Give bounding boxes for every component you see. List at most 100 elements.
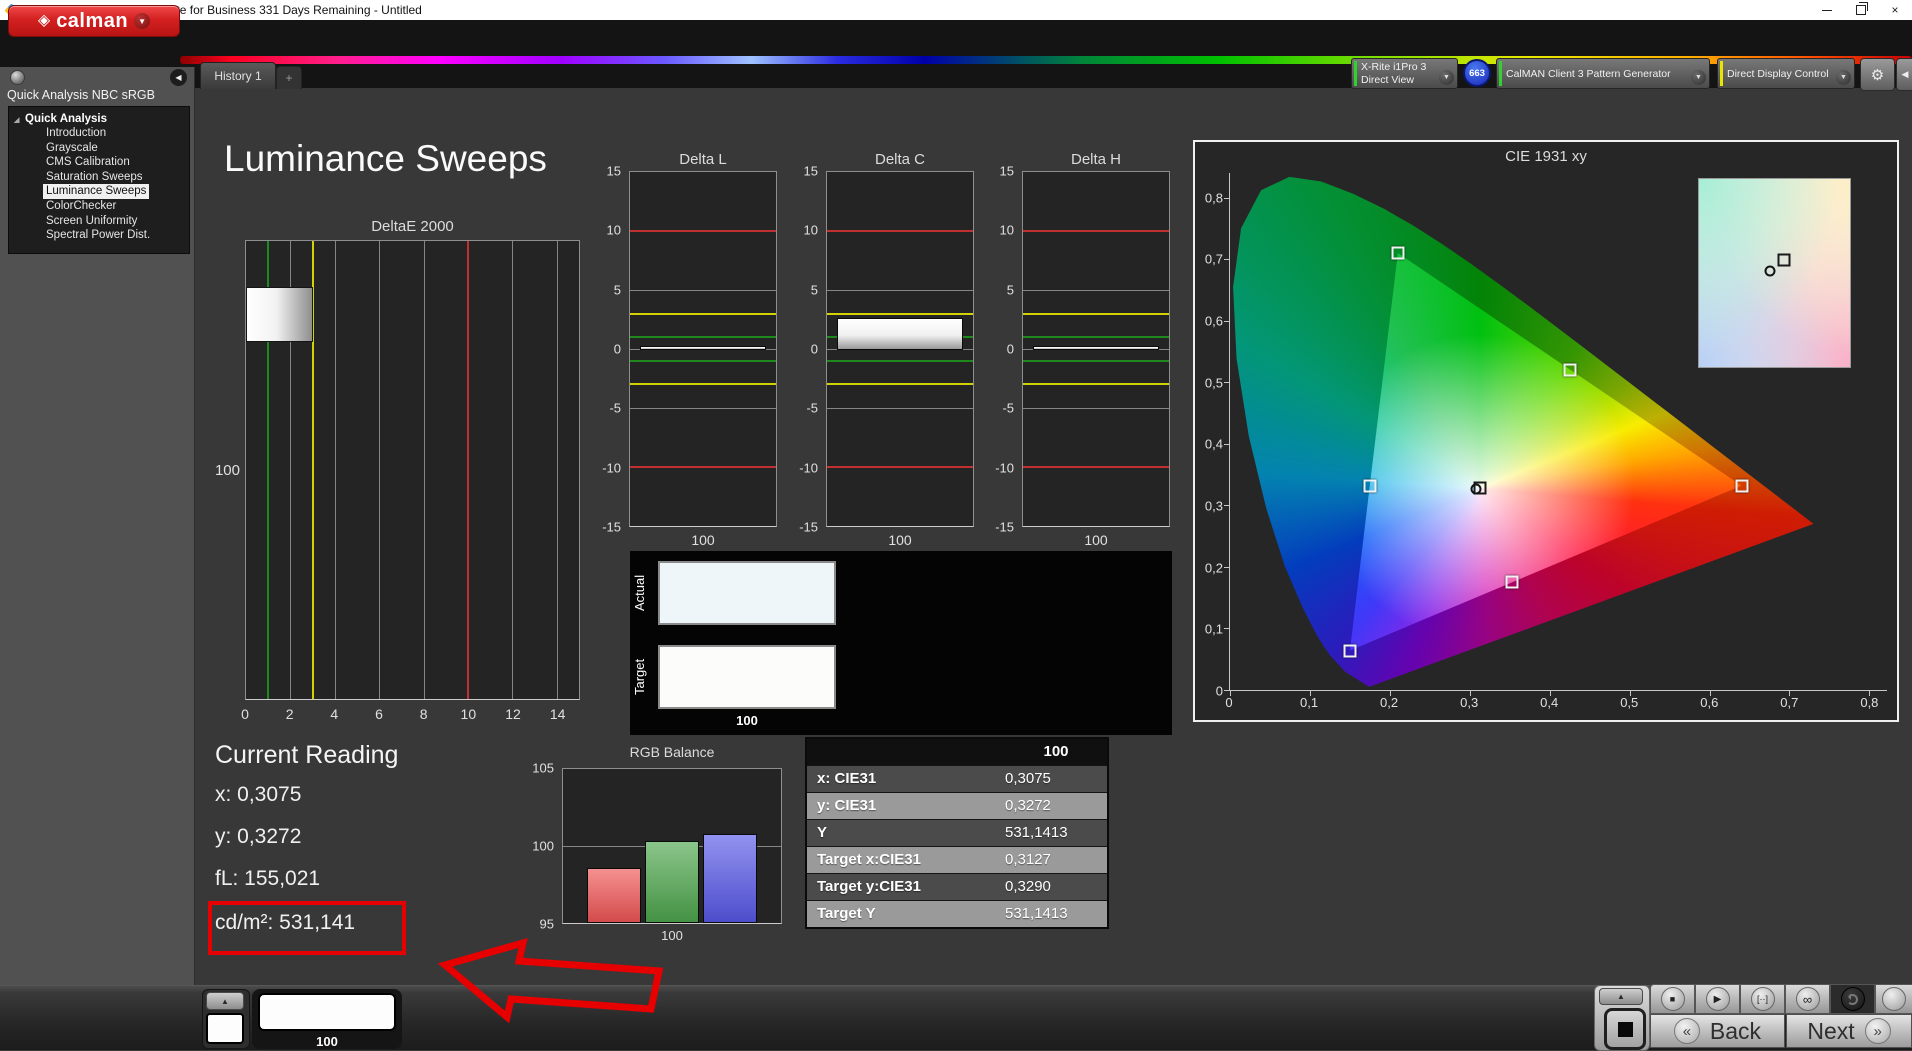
- chevron-left-icon: ◀: [175, 73, 181, 82]
- transport-expand-button[interactable]: ▲: [1599, 988, 1643, 1005]
- reading-y: y: 0,3272: [215, 825, 301, 849]
- back-button-label: Back: [1710, 1018, 1761, 1045]
- sidebar-tree-items: IntroductionGrayscaleCMS CalibrationSatu…: [9, 126, 189, 243]
- next-button[interactable]: Next »: [1786, 1014, 1912, 1048]
- sidebar-item: Grayscale: [9, 141, 189, 156]
- table-row-value: 0,3127: [1005, 847, 1051, 873]
- table-header-level: 100: [1005, 739, 1107, 765]
- bottom-bar: ▲ 100 ▲: [0, 985, 1912, 1050]
- chevron-up-icon: ▲: [221, 997, 229, 1006]
- pattern-panel-expand-button[interactable]: ▲: [206, 992, 244, 1010]
- minimize-button[interactable]: [1810, 0, 1844, 20]
- meter-dropdown[interactable]: X-Rite i1Pro 3 Direct View ▼: [1351, 58, 1458, 89]
- delta_c-plot: [826, 171, 974, 527]
- delta_h-plot: [1022, 171, 1170, 527]
- transport-mini-panel: ▲: [1594, 985, 1650, 1051]
- sidebar-item-label[interactable]: Grayscale: [43, 141, 101, 156]
- pattern-status-stripe: [1499, 61, 1502, 86]
- table-row-label: Target Y: [817, 901, 876, 927]
- delta_l-title: Delta L: [629, 151, 777, 168]
- infinity-icon: ∞: [1803, 992, 1812, 1007]
- settings-button[interactable]: ⚙: [1860, 58, 1895, 91]
- table-row-label: x: CIE31: [817, 766, 876, 792]
- sidebar-item-label[interactable]: Saturation Sweeps: [43, 170, 146, 185]
- rgb-balance-title: RGB Balance: [562, 744, 782, 760]
- calman-diamond-icon: ◈: [38, 13, 50, 29]
- stop-large-button[interactable]: [1604, 1008, 1646, 1050]
- table-row: x: CIE310,3075: [807, 765, 1107, 792]
- actual-label: Actual: [632, 561, 650, 625]
- delta_h-ylabels: 151050-5-10-15: [984, 171, 1018, 527]
- sidebar-item: Saturation Sweeps: [9, 170, 189, 185]
- restore-button[interactable]: [1844, 0, 1878, 20]
- green-bar: [645, 841, 700, 923]
- delta_l-xlabel: 100: [629, 532, 777, 548]
- table-row: y: CIE310,3272: [807, 792, 1107, 819]
- sidebar-item: Introduction: [9, 126, 189, 141]
- restore-icon: [1856, 5, 1866, 15]
- pattern-generator-dropdown[interactable]: CalMAN Client 3 Pattern Generator ▼: [1496, 58, 1710, 89]
- delta_c-xlabel: 100: [826, 532, 974, 548]
- table-row-label: Target y:CIE31: [817, 874, 921, 900]
- sidebar-collapse-button[interactable]: ◀: [170, 69, 187, 86]
- sidebar-item-label[interactable]: Introduction: [43, 126, 109, 141]
- table-row-label: Y: [817, 820, 827, 846]
- stop-icon: ■: [1670, 994, 1675, 1004]
- deltae-chart-title: DeltaE 2000: [245, 218, 580, 235]
- current-reading-heading: Current Reading: [215, 741, 398, 770]
- play-button[interactable]: ▶: [1695, 984, 1740, 1014]
- sidebar-item-label[interactable]: Screen Uniformity: [43, 214, 140, 229]
- table-row-value: 531,1413: [1005, 820, 1068, 846]
- display-status-stripe: [1720, 61, 1723, 86]
- sidebar-item-label[interactable]: CMS Calibration: [43, 155, 133, 170]
- cie-ylabels: 00,10,20,30,40,50,60,70,8: [1197, 173, 1225, 691]
- refresh-button[interactable]: [1830, 984, 1875, 1014]
- meter-name: X-Rite i1Pro 3: [1361, 61, 1439, 74]
- calman-menu-button[interactable]: ◈ calman ▼: [8, 5, 180, 37]
- back-button[interactable]: « Back: [1650, 1014, 1785, 1048]
- extra-transport-button[interactable]: [1875, 984, 1912, 1014]
- delta_l-plot: [629, 171, 777, 527]
- add-tab-icon: +: [285, 71, 292, 85]
- annotation-arrow: [420, 930, 680, 1045]
- sidebar-item-label[interactable]: ColorChecker: [43, 199, 119, 214]
- minimize-icon: [1822, 9, 1832, 11]
- table-row-value: 531,1413: [1005, 901, 1068, 927]
- refresh-icon: [1847, 994, 1858, 1005]
- display-control-dropdown[interactable]: Direct Display Control ▼: [1717, 58, 1855, 89]
- close-button[interactable]: ×: [1878, 0, 1912, 20]
- workflow-title: Quick Analysis NBC sRGB: [7, 88, 155, 102]
- add-tab-button[interactable]: +: [276, 66, 302, 89]
- delta_l-ylabels: 151050-5-10-15: [591, 171, 625, 527]
- tree-expander-icon: ◢: [14, 116, 19, 124]
- table-row-value: 0,3290: [1005, 874, 1051, 900]
- tree-root[interactable]: ◢ Quick Analysis: [9, 107, 189, 126]
- calman-logo-text: calman: [56, 10, 128, 33]
- delta_h-xlabel: 100: [1022, 532, 1170, 548]
- titlebar: Calman 2025 Calman Ultimate for Business…: [0, 0, 1912, 20]
- pattern-preview-swatch: [258, 993, 396, 1031]
- stop-button[interactable]: ■: [1650, 984, 1695, 1014]
- continuous-read-button[interactable]: ∞: [1785, 984, 1830, 1014]
- tree-root-label: Quick Analysis: [25, 113, 107, 125]
- rgb_balance-plot: [562, 768, 782, 924]
- pattern-mini-panel: ▲: [202, 989, 250, 1049]
- chevron-left-icon: ◀: [1902, 69, 1909, 80]
- chevron-down-icon: ▼: [1836, 70, 1851, 85]
- read-series-button[interactable]: [··]: [1740, 984, 1785, 1014]
- table-row: Target x:CIE310,3127: [807, 846, 1107, 873]
- actual-color-swatch: [658, 561, 836, 625]
- close-icon: ×: [1891, 3, 1898, 17]
- page-title: Luminance Sweeps: [224, 138, 547, 180]
- tab-history-1[interactable]: History 1: [200, 62, 276, 89]
- collapse-toolbar-button[interactable]: ◀: [1896, 58, 1912, 91]
- display-control-name: Direct Display Control: [1727, 68, 1836, 81]
- workflow-led-button[interactable]: [10, 70, 25, 85]
- sidebar-item-label[interactable]: Luminance Sweeps: [43, 184, 149, 199]
- sidebar-item: Spectral Power Dist.: [9, 228, 189, 243]
- sidebar-item-label[interactable]: Spectral Power Dist.: [43, 228, 153, 243]
- annotation-highlight-box: [208, 901, 406, 955]
- chevron-down-icon: ▼: [1691, 70, 1706, 85]
- target-color-swatch: [658, 645, 836, 709]
- sidebar-item: Luminance Sweeps: [9, 184, 189, 199]
